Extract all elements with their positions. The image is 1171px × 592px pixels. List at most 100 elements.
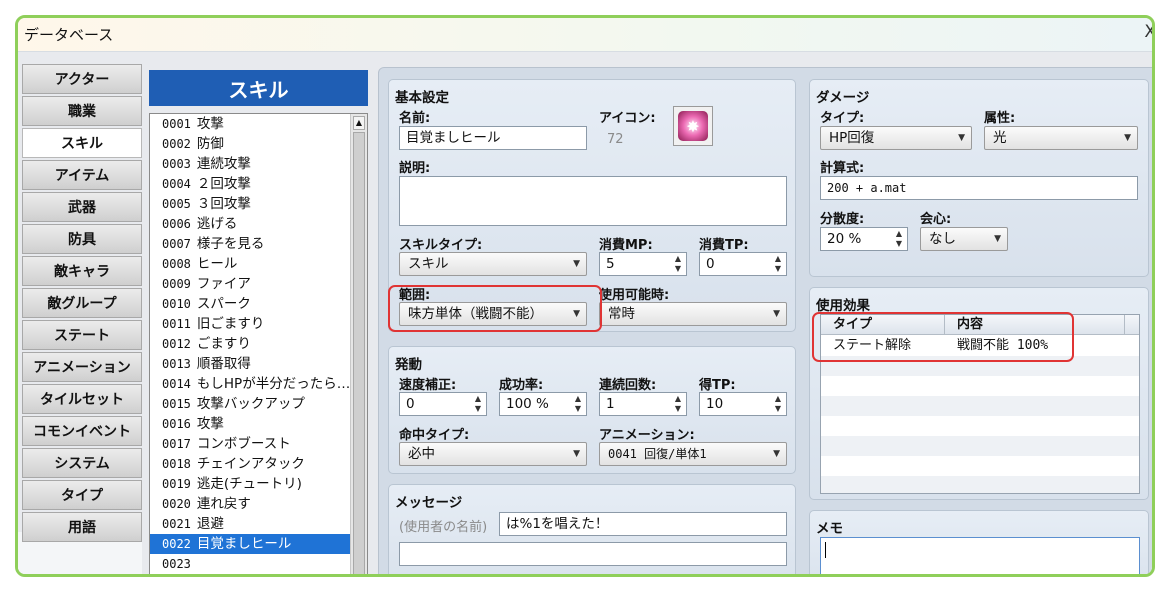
category-tab[interactable]: アニメーション xyxy=(22,352,142,382)
list-item[interactable]: 0012 ごますり xyxy=(150,334,350,354)
scroll-up-icon[interactable]: ▲ xyxy=(353,116,365,130)
skill-name: 逃げる xyxy=(196,216,238,232)
list-item[interactable]: 0017 コンボブースト xyxy=(150,434,350,454)
scope-highlight xyxy=(388,285,602,332)
spinner-icon[interactable]: ▲ ▼ xyxy=(773,394,783,414)
category-tab[interactable]: コモンイベント xyxy=(22,416,142,446)
list-item[interactable]: 0009 ファイア xyxy=(150,274,350,294)
category-tab[interactable]: システム xyxy=(22,448,142,478)
speed-field[interactable]: 0 ▲ ▼ xyxy=(399,392,487,416)
category-tab[interactable]: アイテム xyxy=(22,160,142,190)
table-row[interactable] xyxy=(821,436,1139,456)
list-item[interactable]: 0018 チェインアタック xyxy=(150,454,350,474)
category-tab[interactable]: 用語 xyxy=(22,512,142,542)
spinner-icon[interactable]: ▲ ▼ xyxy=(773,254,783,274)
list-item[interactable]: 0005 ３回攻撃 xyxy=(150,194,350,214)
damage-type-select[interactable]: HP回復 ▼ xyxy=(820,126,972,150)
skill-id: 0021 xyxy=(162,517,191,531)
skill-name: ファイア xyxy=(196,276,251,292)
memo-field[interactable] xyxy=(820,537,1140,574)
list-item[interactable]: 0014 もしHPが半分だったら… xyxy=(150,374,350,394)
tp-gain-field[interactable]: 10 ▲ ▼ xyxy=(699,392,787,416)
skill-name: チェインアタック xyxy=(196,456,305,472)
skill-id: 0006 xyxy=(162,217,191,231)
close-icon[interactable]: X xyxy=(1144,22,1152,42)
list-item[interactable]: 0007 様子を見る xyxy=(150,234,350,254)
repeat-value: 1 xyxy=(606,396,615,412)
basic-settings-title: 基本設定 xyxy=(395,90,449,106)
critical-select[interactable]: なし ▼ xyxy=(920,227,1008,251)
description-field[interactable] xyxy=(399,176,787,226)
skill-icon-picker[interactable]: ✸ xyxy=(673,106,713,146)
list-item[interactable]: 0015 攻撃バックアップ xyxy=(150,394,350,414)
element-select[interactable]: 光 ▼ xyxy=(984,126,1138,150)
tp-cost-field[interactable]: 0 ▲ ▼ xyxy=(699,252,787,276)
speed-value: 0 xyxy=(406,396,415,412)
success-field[interactable]: 100 % ▲ ▼ xyxy=(499,392,587,416)
list-item[interactable]: 0021 退避 xyxy=(150,514,350,534)
list-item[interactable]: 0020 連れ戻す xyxy=(150,494,350,514)
skill-id: 0017 xyxy=(162,437,191,451)
chevron-down-icon: ▼ xyxy=(994,234,1001,244)
formula-field[interactable]: 200 + a.mat xyxy=(820,176,1138,200)
table-row[interactable] xyxy=(821,416,1139,436)
skill-id: 0020 xyxy=(162,497,191,511)
repeat-field[interactable]: 1 ▲ ▼ xyxy=(599,392,687,416)
category-tab[interactable]: 武器 xyxy=(22,192,142,222)
list-item[interactable]: 0008 ヒール xyxy=(150,254,350,274)
category-tab[interactable]: スキル xyxy=(22,128,142,158)
category-tab[interactable]: 敵グループ xyxy=(22,288,142,318)
message-title: メッセージ xyxy=(395,495,463,511)
category-tab[interactable]: 敵キャラ xyxy=(22,256,142,286)
spinner-icon[interactable]: ▲ ▼ xyxy=(894,229,904,249)
mp-cost-field[interactable]: 5 ▲ ▼ xyxy=(599,252,687,276)
message-line2[interactable] xyxy=(399,542,787,566)
list-item[interactable]: 0023 xyxy=(150,554,350,574)
category-tab[interactable]: 防具 xyxy=(22,224,142,254)
list-scrollbar[interactable]: ▲ xyxy=(350,114,367,574)
animation-value: 0041 回復/単体1 xyxy=(608,447,707,461)
occasion-select[interactable]: 常時 ▼ xyxy=(599,302,787,326)
spinner-icon[interactable]: ▲ ▼ xyxy=(673,254,683,274)
list-item[interactable]: 0022 目覚ましヒール xyxy=(150,534,350,554)
table-row[interactable] xyxy=(821,456,1139,476)
spinner-icon[interactable]: ▲ ▼ xyxy=(673,394,683,414)
scroll-thumb[interactable] xyxy=(353,132,365,574)
repeat-label: 連続回数: xyxy=(599,378,657,393)
list-item[interactable]: 0001 攻撃 xyxy=(150,114,350,134)
occasion-label: 使用可能時: xyxy=(599,288,670,303)
skill-type-select[interactable]: スキル ▼ xyxy=(399,252,587,276)
list-item[interactable]: 0004 ２回攻撃 xyxy=(150,174,350,194)
variance-field[interactable]: 20 % ▲ ▼ xyxy=(820,227,908,251)
category-tab[interactable]: アクター xyxy=(22,64,142,94)
skill-list-header: スキル xyxy=(149,70,368,106)
skill-name: コンボブースト xyxy=(196,436,291,452)
category-tab[interactable]: ステート xyxy=(22,320,142,350)
spinner-icon[interactable]: ▲ ▼ xyxy=(473,394,483,414)
category-tab[interactable]: 職業 xyxy=(22,96,142,126)
tp-cost-value: 0 xyxy=(706,256,715,272)
list-item[interactable]: 0019 逃走(チュートリ) xyxy=(150,474,350,494)
category-tab[interactable]: タイルセット xyxy=(22,384,142,414)
list-item[interactable]: 0010 スパーク xyxy=(150,294,350,314)
table-row[interactable] xyxy=(821,376,1139,396)
list-item[interactable]: 0003 連続攻撃 xyxy=(150,154,350,174)
animation-select[interactable]: 0041 回復/単体1 ▼ xyxy=(599,442,787,466)
hit-type-select[interactable]: 必中 ▼ xyxy=(399,442,587,466)
skill-name: 様子を見る xyxy=(196,236,265,252)
skill-id: 0004 xyxy=(162,177,191,191)
chevron-down-icon: ▼ xyxy=(773,449,780,459)
list-item[interactable]: 0013 順番取得 xyxy=(150,354,350,374)
message-line1[interactable]: は%1を唱えた！ xyxy=(499,512,787,536)
list-item[interactable]: 0002 防御 xyxy=(150,134,350,154)
table-row[interactable] xyxy=(821,476,1139,493)
name-field[interactable]: 目覚ましヒール xyxy=(399,126,587,150)
skill-name: 攻撃 xyxy=(196,116,224,132)
list-item[interactable]: 0006 逃げる xyxy=(150,214,350,234)
list-item[interactable]: 0011 旧ごますり xyxy=(150,314,350,334)
list-item[interactable]: 0016 攻撃 xyxy=(150,414,350,434)
spinner-icon[interactable]: ▲ ▼ xyxy=(573,394,583,414)
skill-id: 0022 xyxy=(162,537,191,551)
category-tab[interactable]: タイプ xyxy=(22,480,142,510)
table-row[interactable] xyxy=(821,396,1139,416)
